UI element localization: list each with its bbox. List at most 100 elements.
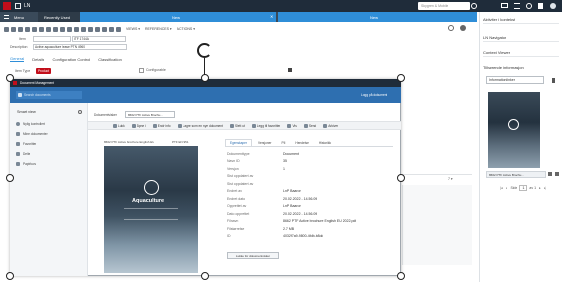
next-page-icon[interactable]: ▸ [539,186,541,190]
refresh-icon[interactable] [39,26,44,32]
copy-icon[interactable] [25,26,30,32]
filter-icon[interactable] [74,26,79,32]
resize-handle-bottom-center[interactable] [201,272,209,280]
panel-pin-icon[interactable] [552,78,555,83]
panel-document-thumbnail[interactable] [488,92,540,168]
close-document-viewer-button[interactable]: Lukke for dokumentvisker [227,252,279,259]
dm-sidebar-item-favorites[interactable]: Favoritter [16,141,36,147]
tab-recently-used[interactable]: Recently Used [38,12,80,22]
tab-general[interactable]: General [10,56,25,62]
menu-button[interactable] [3,2,11,10]
thumb-open-icon[interactable] [548,172,552,176]
list-icon[interactable] [514,3,520,9]
resize-handle-top-right[interactable] [397,74,405,82]
dm-sidebar-item-mine[interactable]: Mine dokumenter [16,131,48,137]
dm-sidebar-settings-icon[interactable] [78,110,82,114]
thumb-more-icon[interactable] [555,172,559,176]
tab-configuration-control[interactable]: Configuration Control [52,57,90,62]
action-save-as-new[interactable]: Lagre som en nye dokument [177,123,223,128]
bg-pager[interactable]: 7 ▾ [448,177,453,181]
resize-handle-bottom-right[interactable] [397,272,405,280]
action-send[interactable]: Send [303,123,316,128]
prev-record-icon[interactable] [88,26,93,32]
dm-login-link[interactable]: Logg på dokument [361,93,387,97]
related-info-dropdown[interactable]: Informationlinker [486,76,544,84]
last-page-icon[interactable]: ▸| [544,186,547,190]
user-icon[interactable] [550,3,556,9]
action-open-in[interactable]: Åpne i [131,123,146,128]
star-icon [251,123,256,128]
first-record-icon[interactable] [81,26,86,32]
tab-new-1[interactable]: New ✕ [80,12,276,22]
close-icon[interactable]: ✕ [270,14,273,19]
references-menu[interactable]: REFERENCES ▾ [145,27,172,31]
zoom-icon[interactable] [67,26,72,32]
action-close[interactable]: Lukk [113,123,125,128]
tab-pii[interactable]: PII [277,140,289,146]
item-type-badge[interactable]: Product [36,68,51,74]
tab-new-2[interactable]: New [278,12,477,22]
prev-page-icon[interactable]: ◂ [506,186,508,190]
resize-handle-middle-left[interactable] [6,174,14,182]
panel-item-activities[interactable]: Aktiviter i kontekst [483,15,559,24]
action-add-favorite[interactable]: Legg til favoritter [251,123,280,128]
next-record-icon[interactable] [95,26,100,32]
panel-item-context-viewer[interactable]: Context Viewer [483,48,559,57]
properties-list: Dokumenttype Document Navn ID 35 Versjon 1 … [227,150,397,240]
tab-details[interactable]: Details [32,57,44,62]
panel-item-ln-navigator[interactable]: LN Navigator [483,33,559,42]
document-icon [16,132,20,136]
description-field[interactable]: Active aquaculture lease PTN 4960 [33,44,127,50]
tab-versions[interactable]: Versjoner [254,140,275,146]
tab-properties[interactable]: Egenskaper [225,139,253,146]
delete-icon[interactable] [32,26,37,32]
item-field[interactable]: ITF 1744A [72,36,126,42]
action-archive[interactable]: Arkiver [323,123,338,128]
print-icon[interactable] [60,26,65,32]
action-delete[interactable]: Slett ut [229,123,245,128]
resize-handle-top-center[interactable] [201,74,209,82]
bookmark-icon[interactable] [538,3,543,9]
page-number-field[interactable]: 1 [519,185,528,191]
tab-classification[interactable]: Classification [98,57,122,62]
layout-icon[interactable] [109,26,114,32]
tab-history[interactable]: Historikk [315,140,335,146]
dm-sidebar-item-trash[interactable]: Papirkurv [16,161,36,167]
panel-item-related-info[interactable]: Tilhørende informasjon [483,63,559,72]
grid-view-icon[interactable] [116,26,121,32]
thumbnail-caption-bar: 8662 PTF Active Brochu... [486,171,546,178]
new-icon[interactable] [18,26,23,32]
settings-gear-icon[interactable] [460,25,466,31]
undo-icon[interactable] [11,26,16,32]
action-view[interactable]: Vis [287,123,297,128]
top-bar: LN Skygren & Mobile [0,0,562,12]
dm-search-box[interactable]: Search documents [16,91,82,99]
mail-icon[interactable] [501,3,508,8]
resize-handle-middle-right[interactable] [397,174,405,182]
rotate-handle-icon[interactable] [197,43,212,58]
save-icon[interactable] [4,26,9,32]
help-icon[interactable] [448,25,454,31]
tab-events[interactable]: Hendelse [291,140,312,146]
property-row: Sist oppdatert av [227,181,254,186]
last-record-icon[interactable] [102,26,107,32]
tab-menu[interactable]: Menu [0,12,38,22]
search-box[interactable]: Skygren & Mobile [418,2,470,10]
first-page-icon[interactable]: |◂ [500,186,503,190]
lock-icon[interactable] [53,26,58,32]
share-icon[interactable] [526,3,532,9]
actions-menu[interactable]: ACTIONS ▾ [177,27,195,31]
resize-handle-top-left[interactable] [6,74,14,82]
resize-handle-bottom-left[interactable] [6,272,14,280]
action-edit-info[interactable]: Endr info [152,123,171,128]
grid-icon[interactable] [15,3,21,9]
brochure-preview[interactable]: Aquaculture [104,146,198,273]
item-prefix-field[interactable] [33,36,71,42]
dm-sidebar-item-shared[interactable]: Delte [16,151,30,157]
views-menu[interactable]: VIEWS ▾ [126,27,140,31]
search-icon[interactable] [471,3,477,9]
dm-doc-select[interactable]: 8662 PTF Active Brochu... [125,111,175,118]
attach-icon[interactable] [46,26,51,32]
configurable-checkbox[interactable] [139,68,144,73]
dm-sidebar-item-recent[interactable]: Nylig kontrollert [16,121,45,127]
